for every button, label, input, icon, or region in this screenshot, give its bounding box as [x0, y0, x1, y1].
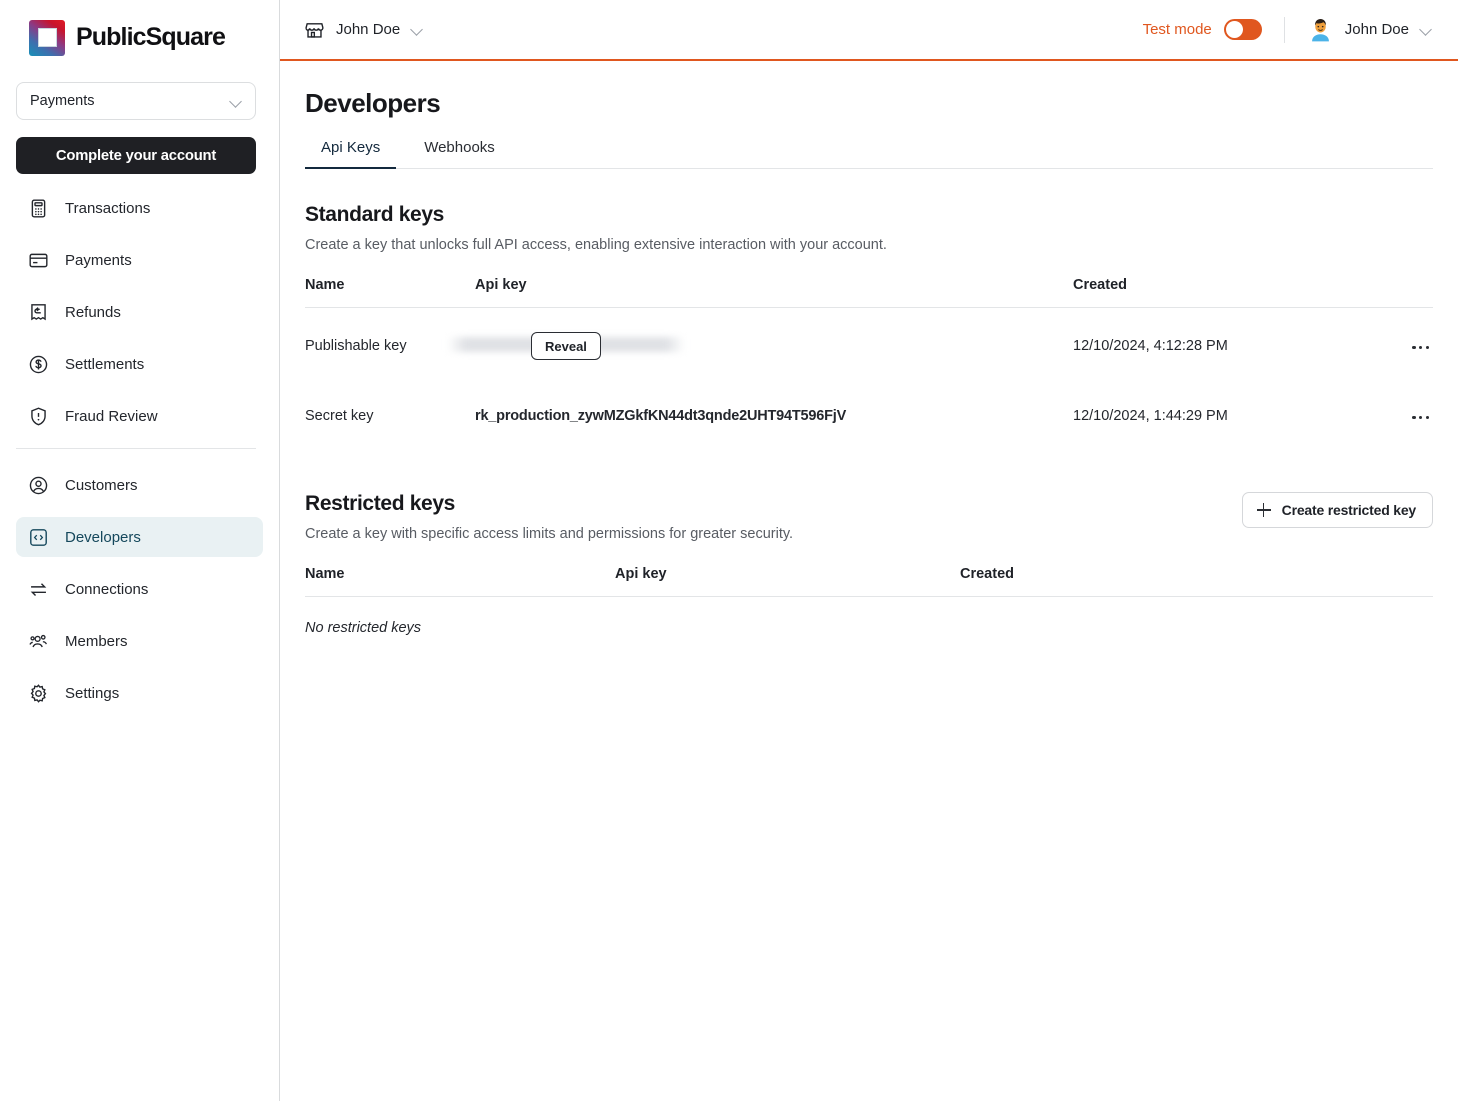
arrows-exchange-icon: [30, 582, 47, 596]
sidebar-item-label: Developers: [65, 528, 141, 546]
standard-keys-subtitle: Create a key that unlocks full API acces…: [305, 237, 887, 253]
column-header-actions: [1373, 277, 1433, 308]
restricted-keys-table: Name Api key Created No restricted keys: [305, 566, 1433, 659]
sidebar-item-settlements[interactable]: Settlements: [16, 344, 263, 384]
more-options-icon[interactable]: [1408, 340, 1433, 355]
sidebar-item-payments[interactable]: Payments: [16, 240, 263, 280]
topbar: John Doe Test mode John Doe: [280, 0, 1458, 61]
publicsquare-logo-icon: [29, 19, 65, 56]
test-mode-label: Test mode: [1142, 21, 1212, 38]
restricted-keys-subtitle: Create a key with specific access limits…: [305, 526, 794, 542]
reveal-button[interactable]: Reveal: [531, 332, 601, 360]
sidebar: PublicSquare Payments Complete your acco…: [0, 0, 280, 1101]
plus-icon: [1256, 503, 1271, 517]
topbar-right: Test mode John Doe: [1143, 16, 1433, 43]
receipt-refund-icon: [31, 303, 46, 320]
table-header-row: Name Api key Created: [305, 566, 1433, 597]
sidebar-item-developers[interactable]: Developers: [16, 517, 263, 557]
sidebar-divider: [16, 448, 256, 449]
create-restricted-key-button[interactable]: Create restricted key: [1241, 492, 1433, 528]
tab-bar: Api Keys Webhooks: [305, 139, 1433, 169]
sidebar-item-label: Settings: [65, 684, 120, 702]
brand-name: PublicSquare: [76, 23, 226, 51]
chevron-down-icon: [230, 95, 243, 108]
key-created: 12/10/2024, 4:12:28 PM: [1073, 338, 1228, 354]
app-root: PublicSquare Payments Complete your acco…: [0, 0, 1458, 1101]
chevron-down-icon: [1420, 23, 1433, 36]
table-header-row: Name Api key Created: [305, 277, 1433, 308]
sidebar-item-label: Connections: [65, 580, 149, 598]
tab-webhooks[interactable]: Webhooks: [408, 139, 511, 169]
more-options-icon[interactable]: [1408, 410, 1433, 425]
column-header-name: Name: [305, 277, 475, 308]
complete-your-account-button[interactable]: Complete your account: [16, 137, 256, 174]
sidebar-item-members[interactable]: Members: [16, 621, 263, 661]
user-circle-icon: [29, 476, 48, 494]
sidebar-item-fraud-review[interactable]: Fraud Review: [16, 396, 263, 436]
restricted-keys-title: Restricted keys: [305, 492, 456, 515]
page-content: Developers Api Keys Webhooks Standard ke…: [280, 61, 1458, 1101]
sidebar-item-customers[interactable]: Customers: [16, 465, 263, 505]
sidebar-item-transactions[interactable]: Transactions: [16, 188, 263, 228]
shield-alert-icon: [31, 407, 46, 425]
create-restricted-key-label: Create restricted key: [1281, 502, 1417, 518]
main-area: John Doe Test mode John Doe Developers A…: [280, 0, 1458, 1101]
calculator-icon: [31, 198, 46, 218]
sidebar-nav-primary: Transactions Payments Refunds Settlement…: [16, 188, 263, 436]
standard-keys-section: Standard keys Create a key that unlocks …: [305, 203, 1433, 448]
product-select[interactable]: Payments: [16, 82, 256, 120]
store-name: John Doe: [336, 21, 401, 38]
person-avatar-icon: [1306, 16, 1334, 43]
user-menu[interactable]: John Doe: [1306, 16, 1433, 43]
test-mode-toggle[interactable]: [1223, 19, 1262, 40]
users-group-icon: [29, 634, 47, 647]
sidebar-item-label: Payments: [65, 251, 132, 269]
empty-state-row: No restricted keys: [305, 597, 1433, 660]
key-created: 12/10/2024, 1:44:29 PM: [1073, 408, 1228, 424]
sidebar-item-label: Members: [65, 632, 128, 650]
product-select-value: Payments: [30, 93, 95, 109]
column-header-api-key: Api key: [615, 566, 960, 597]
storefront-icon: [305, 23, 324, 38]
dollar-circle-icon: [29, 355, 48, 373]
column-header-api-key: Api key: [475, 277, 1073, 308]
sidebar-item-label: Customers: [65, 476, 138, 494]
restricted-keys-section: Restricted keys Create a key with specif…: [305, 492, 1433, 659]
empty-state-text: No restricted keys: [305, 620, 422, 636]
standard-keys-title: Standard keys: [305, 203, 445, 226]
tab-api-keys[interactable]: Api Keys: [305, 139, 397, 169]
table-row: Publishable key Reveal 12/10/2024, 4:12:…: [305, 308, 1433, 385]
test-mode-control[interactable]: Test mode: [1143, 19, 1262, 40]
sidebar-item-connections[interactable]: Connections: [16, 569, 263, 609]
store-switcher[interactable]: John Doe: [304, 19, 424, 40]
standard-keys-table: Name Api key Created Publishable key Rev…: [305, 277, 1433, 448]
chevron-down-icon: [411, 23, 424, 36]
gear-icon: [30, 683, 47, 703]
sidebar-item-settings[interactable]: Settings: [16, 673, 263, 713]
column-header-name: Name: [305, 566, 615, 597]
column-header-created: Created: [1073, 277, 1373, 308]
brand[interactable]: PublicSquare: [16, 0, 263, 62]
topbar-divider: [1283, 16, 1285, 43]
user-name: John Doe: [1344, 21, 1409, 38]
column-header-created: Created: [960, 566, 1373, 597]
code-brackets-icon: [30, 528, 47, 546]
key-value: rk_production_zywMZGkfKN44dt3qnde2UHT94T…: [475, 408, 847, 424]
credit-card-icon: [29, 253, 48, 267]
sidebar-item-refunds[interactable]: Refunds: [16, 292, 263, 332]
sidebar-item-label: Fraud Review: [65, 407, 158, 425]
sidebar-item-label: Refunds: [65, 303, 121, 321]
sidebar-item-label: Transactions: [65, 199, 151, 217]
key-value-cell: Reveal: [447, 308, 1073, 385]
sidebar-item-label: Settlements: [65, 355, 145, 373]
sidebar-nav-secondary: Customers Developers Connections Members…: [16, 465, 263, 713]
page-title: Developers: [305, 88, 441, 118]
key-name: Secret key: [305, 408, 374, 424]
table-row: Secret key rk_production_zywMZGkfKN44dt3…: [305, 384, 1433, 448]
